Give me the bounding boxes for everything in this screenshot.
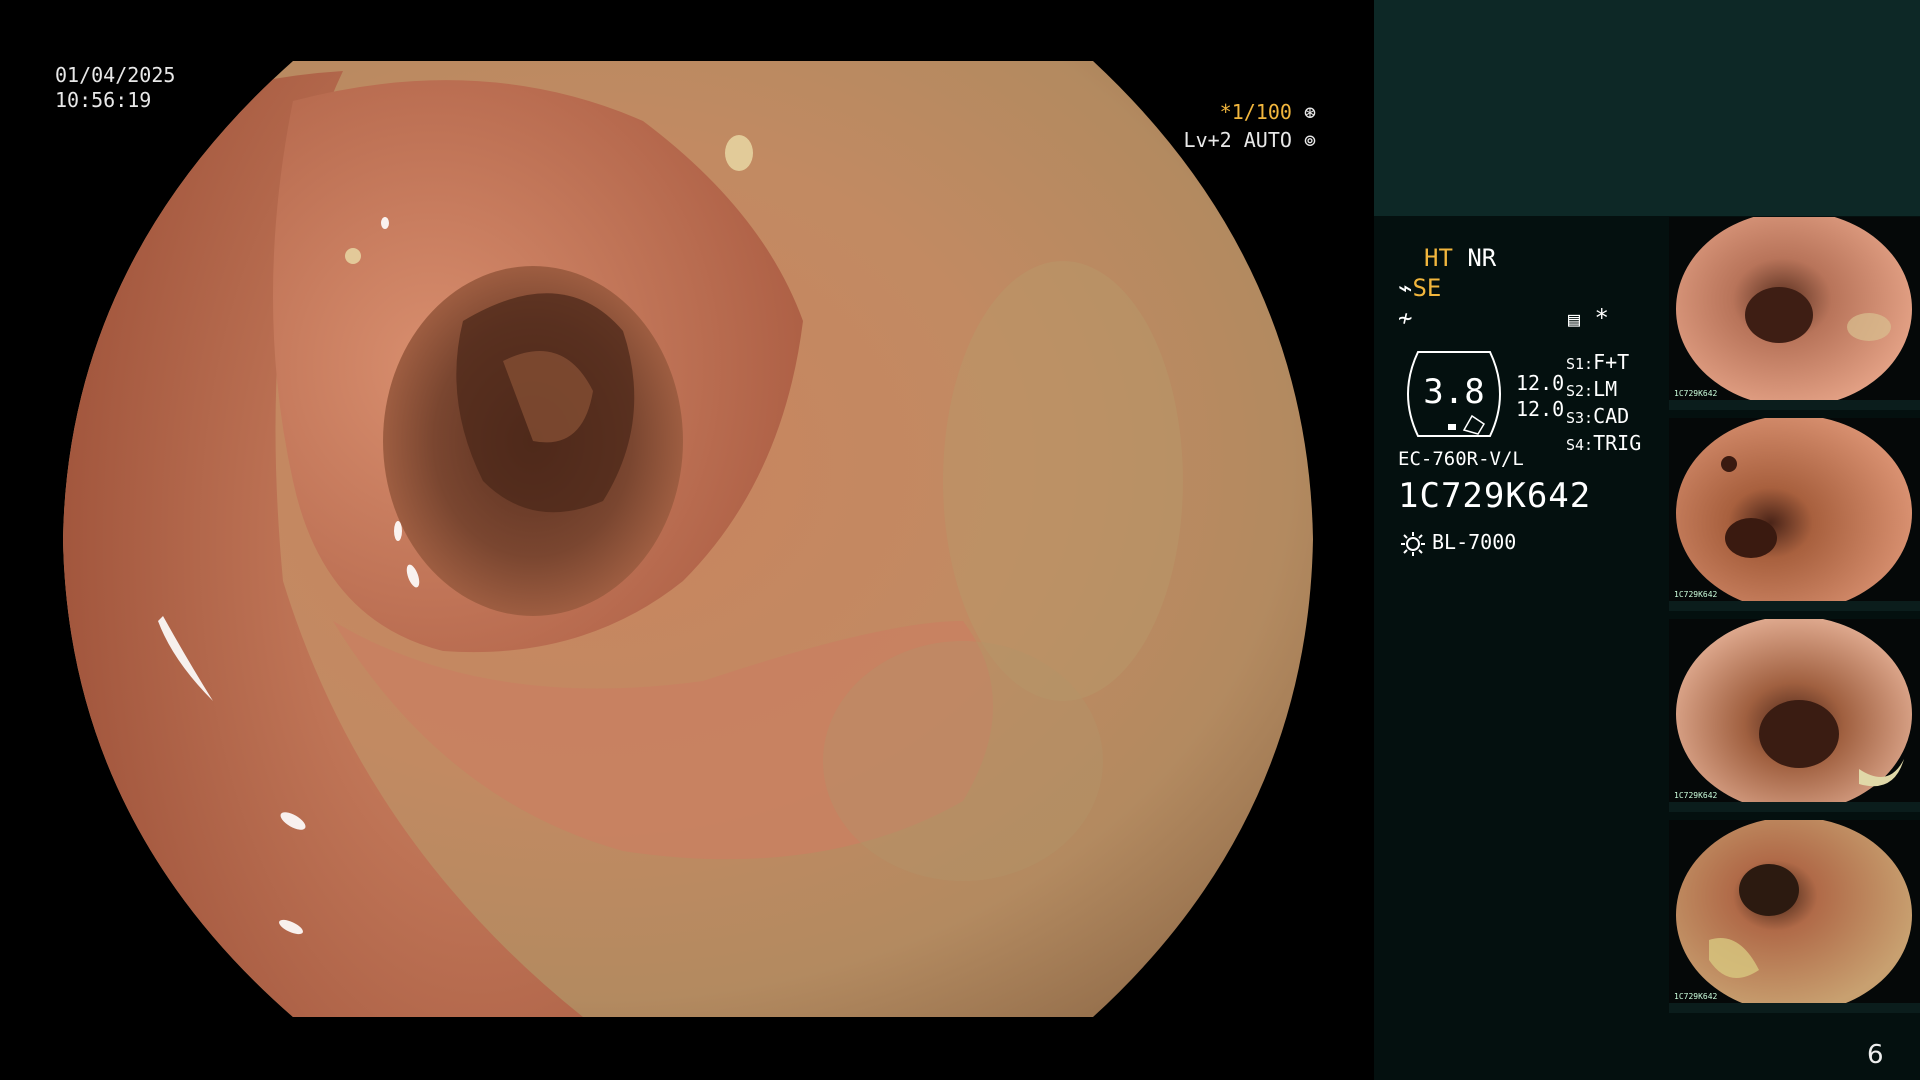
memory-icon: ▤ [1568, 307, 1581, 331]
switch-settings: S1:F+T S2:LM S3:CAD S4:TRIG [1566, 350, 1641, 458]
se-row: ⌁SE [1398, 274, 1441, 302]
page-number: 6 [1867, 1040, 1884, 1070]
nr-label: NR [1467, 244, 1497, 272]
gauge-number: 12.0 [1516, 371, 1565, 395]
thumbnail-serial: 1C729K642 [1674, 791, 1718, 800]
capture-thumbnail[interactable]: 1C729K642 [1669, 820, 1920, 1013]
ht-nr-row: HT NR [1424, 244, 1496, 272]
capture-thumbnail[interactable]: 1C729K642 [1669, 217, 1920, 410]
endoscopy-main-image [63, 61, 1313, 1017]
ht-label: HT [1424, 244, 1453, 272]
memory-row: ▤ * [1568, 304, 1609, 333]
exposure-readout: *1/100 ⊛ Lv+2 AUTO ⊚ [1184, 98, 1316, 154]
gauge-numbers: 12.0 12.0 [1516, 370, 1564, 422]
capture-thumbnail[interactable]: 1C729K642 [1669, 418, 1920, 611]
thumbnail-serial: 1C729K642 [1674, 590, 1718, 599]
thumbnail-serial: 1C729K642 [1674, 389, 1718, 398]
side-panel-header [1374, 0, 1920, 216]
level-text: Lv+2 AUTO [1183, 128, 1292, 152]
gauge-number: 12.0 [1516, 397, 1565, 421]
structure-enhance-icon: ⌁ [1398, 274, 1413, 302]
capture-thumbnail[interactable]: 1C729K642 [1669, 619, 1920, 812]
datetime-readout: 01/04/2025 10:56:19 [55, 63, 175, 113]
setting-row: S4:TRIG [1566, 431, 1642, 455]
time-text: 10:56:19 [55, 88, 152, 112]
light-source-row: BL-7000 [1400, 530, 1516, 557]
gauge-value: 3.8 [1423, 372, 1485, 412]
auto-iris-icon: ⊚ [1303, 128, 1316, 152]
shutter-text: *1/100 [1219, 100, 1292, 124]
scope-serial: 1C729K642 [1398, 476, 1592, 516]
light-source-label: BL-7000 [1432, 530, 1517, 554]
star-label: * [1594, 304, 1609, 332]
date-text: 01/04/2025 [55, 63, 176, 87]
freeze-icon: ≁ [1398, 304, 1413, 332]
brightness-gauge: 3.8 [1398, 350, 1510, 438]
setting-row: S1:F+T [1566, 350, 1630, 374]
thumbnail-serial: 1C729K642 [1674, 992, 1718, 1001]
se-label: SE [1412, 274, 1442, 302]
scope-model: EC-760R-V/L [1398, 448, 1524, 470]
light-bulb-icon [1401, 531, 1425, 556]
shutter-icon: ⊛ [1303, 100, 1316, 124]
setting-row: S2:LM [1566, 377, 1618, 401]
setting-row: S3:CAD [1566, 404, 1630, 428]
